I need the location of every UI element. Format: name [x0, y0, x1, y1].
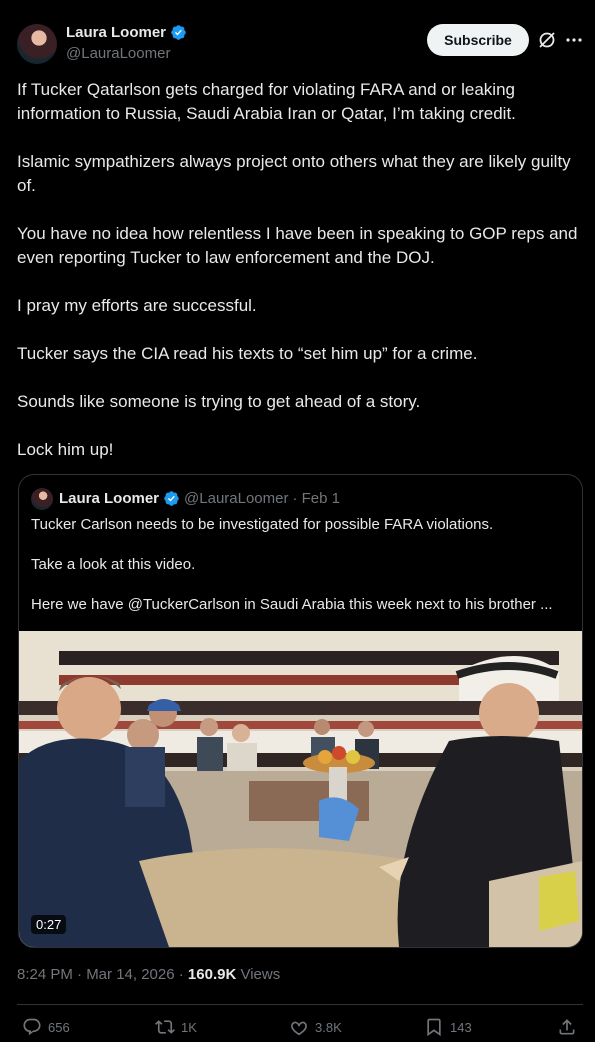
repost-count: 1K: [181, 1019, 197, 1035]
repost-button[interactable]: 1K: [155, 1017, 197, 1037]
post-meta: 8:24 PM · Mar 14, 2026 · 160.9K Views: [17, 966, 280, 983]
quoted-author-avatar: [31, 488, 53, 510]
divider: [17, 1004, 583, 1005]
tweet-paragraph: Tucker says the CIA read his texts to “s…: [17, 344, 478, 363]
verified-badge-icon: [164, 491, 179, 506]
quoted-header: Laura Loomer @LauraLoomer · Feb 1: [59, 490, 340, 507]
verified-badge-icon: [171, 25, 186, 40]
quoted-paragraph: Here we have @TuckerCarlson in Saudi Ara…: [31, 596, 553, 613]
author-avatar[interactable]: [17, 24, 57, 64]
grok-icon[interactable]: [537, 30, 557, 50]
tweet-paragraph: Islamic sympathizers always project onto…: [17, 152, 571, 195]
bookmark-count: 143: [450, 1019, 472, 1035]
tweet-paragraph: I pray my efforts are successful.: [17, 296, 257, 315]
quoted-paragraph: Tucker Carlson needs to be investigated …: [31, 516, 494, 533]
bookmark-icon: [427, 1018, 441, 1037]
author-name-row[interactable]: Laura Loomer: [66, 24, 187, 41]
quoted-text: Tucker Carlson needs to be investigated …: [31, 515, 571, 635]
author-handle[interactable]: @LauraLoomer: [66, 45, 170, 62]
views-count: 160.9K: [187, 966, 237, 983]
tweet-paragraph: If Tucker Qatarlson gets charged for vio…: [17, 80, 516, 123]
like-count: 3.8K: [315, 1019, 342, 1035]
tweet-paragraph: Lock him up!: [17, 440, 114, 459]
reply-button[interactable]: 656: [22, 1017, 70, 1037]
subscribe-button[interactable]: Subscribe: [427, 24, 529, 56]
quoted-tweet[interactable]: Laura Loomer @LauraLoomer · Feb 1 Tucker…: [18, 474, 583, 948]
like-button[interactable]: 3.8K: [289, 1017, 342, 1037]
share-button[interactable]: [557, 1017, 577, 1037]
quoted-paragraph: Take a look at this video.: [31, 556, 196, 573]
post-timestamp[interactable]: 8:24 PM · Mar 14, 2026 ·: [17, 966, 188, 983]
repost-icon: [155, 1020, 175, 1034]
more-options-icon[interactable]: [564, 30, 584, 50]
heart-icon: [291, 1021, 307, 1036]
video-duration: 0:27: [31, 915, 67, 934]
bookmark-button[interactable]: 143: [424, 1017, 472, 1037]
reply-count: 656: [48, 1019, 70, 1035]
reply-icon: [23, 1018, 41, 1036]
tweet-paragraph: You have no idea how relentless I have b…: [17, 224, 578, 267]
tweet-paragraph: Sounds like someone is trying to get ahe…: [17, 392, 421, 411]
author-name[interactable]: Laura Loomer: [66, 24, 166, 41]
video-player[interactable]: 0:27: [19, 631, 582, 947]
tweet-post: Laura Loomer @LauraLoomer Subscribe If T…: [0, 0, 595, 1042]
views-label: Views: [236, 966, 281, 983]
quoted-author-handle: @LauraLoomer: [184, 490, 289, 507]
quoted-date: · Feb 1: [292, 490, 341, 507]
video-thumbnail: [19, 631, 582, 947]
tweet-text: If Tucker Qatarlson gets charged for vio…: [17, 78, 589, 486]
quoted-author-name: Laura Loomer: [59, 490, 160, 507]
share-icon: [559, 1019, 575, 1035]
